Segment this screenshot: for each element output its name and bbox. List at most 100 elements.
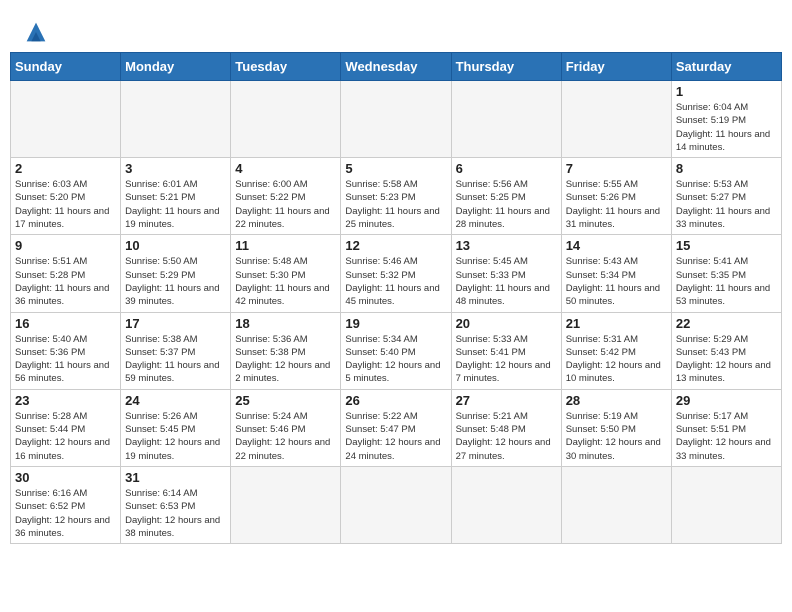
day-number: 15 (676, 238, 777, 253)
day-number: 28 (566, 393, 667, 408)
day-cell: 27 Sunrise: 5:21 AM Sunset: 5:48 PM Dayli… (451, 389, 561, 466)
day-cell (231, 466, 341, 543)
day-info: Sunrise: 5:45 AM Sunset: 5:33 PM Dayligh… (456, 255, 557, 308)
day-info: Sunrise: 5:41 AM Sunset: 5:35 PM Dayligh… (676, 255, 777, 308)
day-info: Sunrise: 6:01 AM Sunset: 5:21 PM Dayligh… (125, 178, 226, 231)
day-cell (451, 81, 561, 158)
day-cell: 5Sunrise: 5:58 AM Sunset: 5:23 PM Daylig… (341, 158, 451, 235)
day-info: Sunrise: 5:31 AM Sunset: 5:42 PM Dayligh… (566, 333, 667, 386)
day-cell: 14 Sunrise: 5:43 AM Sunset: 5:34 PM Dayli… (561, 235, 671, 312)
week-row-1: 1 Sunrise: 6:04 AM Sunset: 5:19 PM Daylig… (11, 81, 782, 158)
day-info: Sunrise: 5:17 AM Sunset: 5:51 PM Dayligh… (676, 410, 777, 463)
day-cell: 23Sunrise: 5:28 AM Sunset: 5:44 PM Dayli… (11, 389, 121, 466)
day-number: 13 (456, 238, 557, 253)
day-number: 30 (15, 470, 116, 485)
day-number: 9 (15, 238, 116, 253)
day-number: 22 (676, 316, 777, 331)
day-number: 10 (125, 238, 226, 253)
page: SundayMondayTuesdayWednesdayThursdayFrid… (0, 0, 792, 554)
day-cell: 8 Sunrise: 5:53 AM Sunset: 5:27 PM Daylig… (671, 158, 781, 235)
day-info: Sunrise: 5:40 AM Sunset: 5:36 PM Dayligh… (15, 333, 116, 386)
day-info: Sunrise: 5:24 AM Sunset: 5:46 PM Dayligh… (235, 410, 336, 463)
day-cell: 28 Sunrise: 5:19 AM Sunset: 5:50 PM Dayli… (561, 389, 671, 466)
weekday-sunday: Sunday (11, 53, 121, 81)
week-row-6: 30 Sunrise: 6:16 AM Sunset: 6:52 PM Dayli… (11, 466, 782, 543)
week-row-2: 2 Sunrise: 6:03 AM Sunset: 5:20 PM Daylig… (11, 158, 782, 235)
day-info: Sunrise: 6:04 AM Sunset: 5:19 PM Dayligh… (676, 101, 777, 154)
day-info: Sunrise: 5:19 AM Sunset: 5:50 PM Dayligh… (566, 410, 667, 463)
day-info: Sunrise: 5:43 AM Sunset: 5:34 PM Dayligh… (566, 255, 667, 308)
day-cell (671, 466, 781, 543)
day-cell: 19Sunrise: 5:34 AM Sunset: 5:40 PM Dayli… (341, 312, 451, 389)
day-info: Sunrise: 5:26 AM Sunset: 5:45 PM Dayligh… (125, 410, 226, 463)
day-cell: 17Sunrise: 5:38 AM Sunset: 5:37 PM Dayli… (121, 312, 231, 389)
day-cell: 24 Sunrise: 5:26 AM Sunset: 5:45 PM Dayli… (121, 389, 231, 466)
day-cell: 7Sunrise: 5:55 AM Sunset: 5:26 PM Daylig… (561, 158, 671, 235)
day-cell: 9Sunrise: 5:51 AM Sunset: 5:28 PM Daylig… (11, 235, 121, 312)
day-number: 3 (125, 161, 226, 176)
weekday-friday: Friday (561, 53, 671, 81)
day-number: 4 (235, 161, 336, 176)
day-cell (341, 466, 451, 543)
day-number: 6 (456, 161, 557, 176)
day-cell: 6 Sunrise: 5:56 AM Sunset: 5:25 PM Daylig… (451, 158, 561, 235)
week-row-5: 23Sunrise: 5:28 AM Sunset: 5:44 PM Dayli… (11, 389, 782, 466)
day-cell (341, 81, 451, 158)
day-info: Sunrise: 5:33 AM Sunset: 5:41 PM Dayligh… (456, 333, 557, 386)
day-cell: 13 Sunrise: 5:45 AM Sunset: 5:33 PM Dayli… (451, 235, 561, 312)
day-cell: 15 Sunrise: 5:41 AM Sunset: 5:35 PM Dayli… (671, 235, 781, 312)
day-cell (561, 81, 671, 158)
day-cell: 25 Sunrise: 5:24 AM Sunset: 5:46 PM Dayli… (231, 389, 341, 466)
weekday-thursday: Thursday (451, 53, 561, 81)
day-info: Sunrise: 5:53 AM Sunset: 5:27 PM Dayligh… (676, 178, 777, 231)
day-cell (451, 466, 561, 543)
day-info: Sunrise: 5:38 AM Sunset: 5:37 PM Dayligh… (125, 333, 226, 386)
day-cell: 22Sunrise: 5:29 AM Sunset: 5:43 PM Dayli… (671, 312, 781, 389)
day-cell: 3 Sunrise: 6:01 AM Sunset: 5:21 PM Daylig… (121, 158, 231, 235)
day-number: 31 (125, 470, 226, 485)
day-cell: 30 Sunrise: 6:16 AM Sunset: 6:52 PM Dayli… (11, 466, 121, 543)
day-number: 23 (15, 393, 116, 408)
day-cell: 18 Sunrise: 5:36 AM Sunset: 5:38 PM Dayli… (231, 312, 341, 389)
day-number: 8 (676, 161, 777, 176)
weekday-saturday: Saturday (671, 53, 781, 81)
day-number: 20 (456, 316, 557, 331)
header (10, 10, 782, 52)
day-cell: 31 Sunrise: 6:14 AM Sunset: 6:53 PM Dayli… (121, 466, 231, 543)
day-cell: 12Sunrise: 5:46 AM Sunset: 5:32 PM Dayli… (341, 235, 451, 312)
week-row-3: 9Sunrise: 5:51 AM Sunset: 5:28 PM Daylig… (11, 235, 782, 312)
day-cell: 4Sunrise: 6:00 AM Sunset: 5:22 PM Daylig… (231, 158, 341, 235)
logo-icon (22, 18, 50, 46)
day-cell: 11Sunrise: 5:48 AM Sunset: 5:30 PM Dayli… (231, 235, 341, 312)
day-number: 18 (235, 316, 336, 331)
day-number: 14 (566, 238, 667, 253)
day-info: Sunrise: 5:22 AM Sunset: 5:47 PM Dayligh… (345, 410, 446, 463)
day-cell (231, 81, 341, 158)
day-number: 1 (676, 84, 777, 99)
day-cell: 16Sunrise: 5:40 AM Sunset: 5:36 PM Dayli… (11, 312, 121, 389)
day-number: 2 (15, 161, 116, 176)
weekday-monday: Monday (121, 53, 231, 81)
day-cell: 21 Sunrise: 5:31 AM Sunset: 5:42 PM Dayli… (561, 312, 671, 389)
day-info: Sunrise: 6:03 AM Sunset: 5:20 PM Dayligh… (15, 178, 116, 231)
day-info: Sunrise: 5:48 AM Sunset: 5:30 PM Dayligh… (235, 255, 336, 308)
day-info: Sunrise: 6:16 AM Sunset: 6:52 PM Dayligh… (15, 487, 116, 540)
week-row-4: 16Sunrise: 5:40 AM Sunset: 5:36 PM Dayli… (11, 312, 782, 389)
day-number: 29 (676, 393, 777, 408)
day-cell: 2 Sunrise: 6:03 AM Sunset: 5:20 PM Daylig… (11, 158, 121, 235)
day-info: Sunrise: 5:21 AM Sunset: 5:48 PM Dayligh… (456, 410, 557, 463)
day-info: Sunrise: 5:46 AM Sunset: 5:32 PM Dayligh… (345, 255, 446, 308)
day-cell (561, 466, 671, 543)
day-info: Sunrise: 5:36 AM Sunset: 5:38 PM Dayligh… (235, 333, 336, 386)
day-info: Sunrise: 5:56 AM Sunset: 5:25 PM Dayligh… (456, 178, 557, 231)
day-info: Sunrise: 5:55 AM Sunset: 5:26 PM Dayligh… (566, 178, 667, 231)
day-info: Sunrise: 6:14 AM Sunset: 6:53 PM Dayligh… (125, 487, 226, 540)
day-info: Sunrise: 5:50 AM Sunset: 5:29 PM Dayligh… (125, 255, 226, 308)
day-cell (121, 81, 231, 158)
day-number: 27 (456, 393, 557, 408)
day-number: 5 (345, 161, 446, 176)
day-number: 25 (235, 393, 336, 408)
day-number: 21 (566, 316, 667, 331)
day-info: Sunrise: 5:34 AM Sunset: 5:40 PM Dayligh… (345, 333, 446, 386)
day-number: 24 (125, 393, 226, 408)
